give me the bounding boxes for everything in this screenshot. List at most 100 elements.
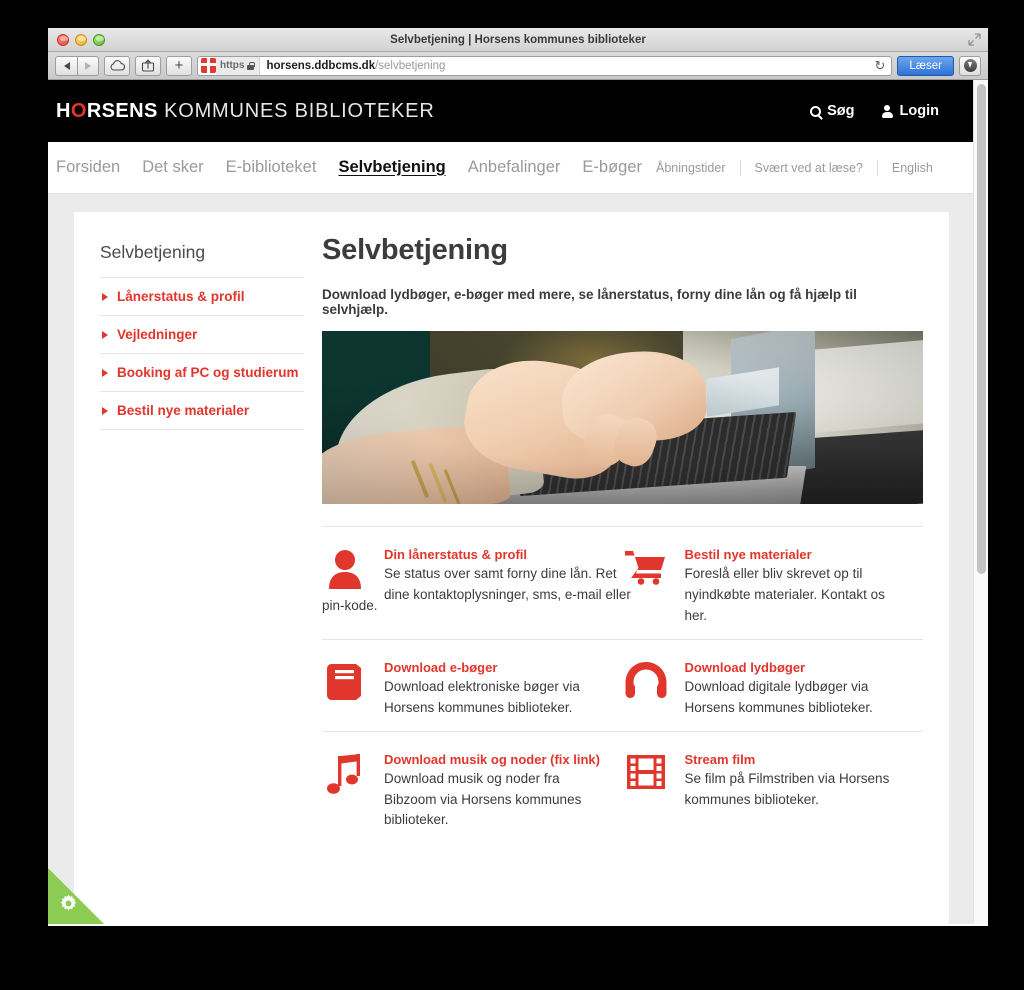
service-row: Download musik og noder (fix link) Downl… bbox=[322, 730, 924, 844]
scrollbar-thumb[interactable] bbox=[977, 84, 986, 574]
nav-item-e-biblioteket[interactable]: E-biblioteket bbox=[226, 158, 317, 178]
service-desc: Foreslå eller bliv skrevet op til nyindk… bbox=[684, 566, 885, 623]
service-body: Din lånerstatus & profil Se status over … bbox=[322, 547, 644, 627]
page-title: Selvbetjening bbox=[322, 234, 508, 266]
close-window-button[interactable] bbox=[57, 34, 69, 46]
cloud-icon bbox=[110, 60, 125, 71]
plus-icon: + bbox=[174, 57, 184, 74]
window-title: Selvbetjening | Horsens kommunes bibliot… bbox=[390, 34, 646, 46]
nav-item-selvbetjening[interactable]: Selvbetjening bbox=[338, 158, 445, 178]
service-title[interactable]: Stream film bbox=[685, 752, 906, 769]
new-tab-button[interactable]: + bbox=[166, 55, 192, 76]
vertical-scrollbar[interactable] bbox=[973, 80, 988, 924]
nav-util-svaert-ved-at-laese[interactable]: Svært ved at læse? bbox=[741, 161, 877, 175]
service-desc: Se film på Filmstriben via Horsens kommu… bbox=[684, 770, 890, 807]
logo-part-3: KOMMUNES BIBLIOTEKER bbox=[157, 99, 435, 122]
sidebar-item-vejledninger[interactable]: Vejledninger bbox=[100, 316, 304, 354]
service-row: Download e-bøger Download elektroniske b… bbox=[322, 638, 924, 731]
nav-buttons-group bbox=[55, 55, 99, 76]
sidebar-item-label: Lånerstatus & profil bbox=[117, 289, 245, 304]
service-title[interactable]: Bestil nye materialer bbox=[685, 547, 906, 564]
service-desc: Download digitale lydbøger via Horsens k… bbox=[684, 678, 873, 715]
forward-button[interactable] bbox=[77, 55, 99, 76]
service-desc: Se status over samt forny dine lån. Ret … bbox=[384, 566, 631, 602]
service-download-lydboeger[interactable]: Download lydbøger Download digitale lydb… bbox=[623, 660, 924, 719]
service-body: Download e-bøger Download elektroniske b… bbox=[384, 660, 605, 719]
sidebar-item-label: Booking af PC og studierum bbox=[117, 365, 299, 380]
back-button[interactable] bbox=[55, 55, 77, 76]
nav-item-anbefalinger[interactable]: Anbefalinger bbox=[468, 158, 561, 178]
chevron-right-icon bbox=[102, 330, 108, 339]
maximize-window-button[interactable] bbox=[93, 34, 105, 46]
film-strip-icon bbox=[626, 754, 665, 789]
browser-toolbar: + https horsens.ddbcms.dk/selvbetjening … bbox=[48, 52, 988, 80]
page-viewport: HORSENS KOMMUNES BIBLIOTEKER Søg Login F… bbox=[48, 80, 988, 924]
sidebar-item-booking-af-pc-og-studierum[interactable]: Booking af PC og studierum bbox=[100, 354, 304, 392]
sidebar-item-lanerstatus-profil[interactable]: Lånerstatus & profil bbox=[100, 278, 304, 316]
window-controls bbox=[57, 34, 105, 46]
login-link[interactable]: Login bbox=[881, 103, 939, 119]
user-icon bbox=[329, 550, 361, 589]
search-label: Søg bbox=[827, 103, 855, 119]
security-indicator: https bbox=[216, 56, 261, 75]
site-favicon bbox=[201, 58, 216, 73]
logo-part-1: H bbox=[56, 99, 71, 122]
service-body: Download lydbøger Download digitale lydb… bbox=[685, 660, 906, 719]
logo-o-accent: O bbox=[70, 99, 87, 122]
service-body: Stream film Se film på Filmstriben via H… bbox=[685, 752, 906, 832]
lock-icon bbox=[247, 61, 255, 70]
share-icon bbox=[141, 59, 155, 72]
service-row: Din lånerstatus & profil Se status over … bbox=[322, 527, 923, 639]
service-download-e-boeger[interactable]: Download e-bøger Download elektroniske b… bbox=[322, 660, 623, 719]
sidebar-item-bestil-nye-materialer[interactable]: Bestil nye materialer bbox=[100, 392, 304, 430]
chevron-right-icon bbox=[102, 292, 108, 301]
service-din-lanerstatus-profil[interactable]: Din lånerstatus & profil Se status over … bbox=[322, 547, 631, 627]
service-title[interactable]: Download e-bøger bbox=[384, 660, 605, 677]
service-stream-film[interactable]: Stream film Se film på Filmstriben via H… bbox=[623, 752, 924, 832]
service-download-musik-og-noder[interactable]: Download musik og noder (fix link) Downl… bbox=[322, 752, 623, 832]
service-icon bbox=[623, 660, 669, 719]
main-column: Selvbetjening Download lydbøger, e-bøger… bbox=[304, 234, 949, 924]
share-button[interactable] bbox=[135, 55, 161, 76]
browser-window: Selvbetjening | Horsens kommunes bibliot… bbox=[48, 28, 988, 926]
back-arrow-icon bbox=[63, 61, 70, 70]
site-logo[interactable]: HORSENS KOMMUNES BIBLIOTEKER bbox=[56, 100, 435, 123]
service-title[interactable]: Download lydbøger bbox=[685, 660, 906, 677]
sidebar-list: Lånerstatus & profil Vejledninger Bookin… bbox=[100, 277, 304, 430]
nav-item-e-boeger[interactable]: E-bøger bbox=[582, 158, 642, 178]
headphones-icon bbox=[625, 661, 666, 698]
nav-item-forsiden[interactable]: Forsiden bbox=[56, 158, 120, 178]
chevron-right-icon bbox=[102, 368, 108, 377]
url-host: horsens.ddbcms.dk bbox=[266, 59, 376, 72]
nav-item-det-sker[interactable]: Det sker bbox=[142, 158, 203, 178]
search-link[interactable]: Søg bbox=[810, 103, 855, 119]
header-actions: Søg Login bbox=[810, 103, 939, 119]
reader-button[interactable]: Læser bbox=[897, 55, 954, 76]
page-intro: Download lydbøger, e-bøger med mere, se … bbox=[322, 287, 857, 317]
sidebar: Selvbetjening Lånerstatus & profil Vejle… bbox=[74, 234, 304, 924]
service-desc: Download elektroniske bøger via Horsens … bbox=[384, 678, 580, 715]
chevron-right-icon bbox=[102, 406, 108, 415]
service-title[interactable]: Download musik og noder (fix link) bbox=[384, 752, 605, 769]
icloud-tabs-button[interactable] bbox=[104, 55, 130, 76]
user-icon bbox=[881, 104, 894, 118]
banner-image bbox=[322, 331, 923, 504]
sidebar-item-label: Vejledninger bbox=[117, 327, 198, 342]
gear-icon[interactable] bbox=[59, 894, 78, 913]
downloads-button[interactable] bbox=[959, 55, 981, 76]
forward-arrow-icon bbox=[85, 61, 91, 70]
reload-icon[interactable]: ↻ bbox=[874, 58, 885, 74]
service-icon bbox=[623, 752, 669, 832]
minimize-window-button[interactable] bbox=[75, 34, 87, 46]
service-desc-overflow: pin-kode. bbox=[322, 598, 378, 613]
service-title[interactable]: Din lånerstatus & profil bbox=[384, 547, 644, 564]
address-bar[interactable]: https horsens.ddbcms.dk/selvbetjening ↻ bbox=[197, 55, 893, 76]
login-label: Login bbox=[899, 103, 939, 119]
nav-util-english[interactable]: English bbox=[878, 161, 947, 175]
service-bestil-nye-materialer[interactable]: Bestil nye materialer Foreslå eller bliv… bbox=[623, 547, 924, 627]
resize-corner-icon[interactable] bbox=[968, 33, 981, 46]
service-body: Bestil nye materialer Foreslå eller bliv… bbox=[685, 547, 906, 627]
nav-util-abningstider[interactable]: Åbningstider bbox=[642, 161, 740, 175]
https-label: https bbox=[220, 59, 245, 71]
music-note-icon bbox=[327, 753, 360, 794]
